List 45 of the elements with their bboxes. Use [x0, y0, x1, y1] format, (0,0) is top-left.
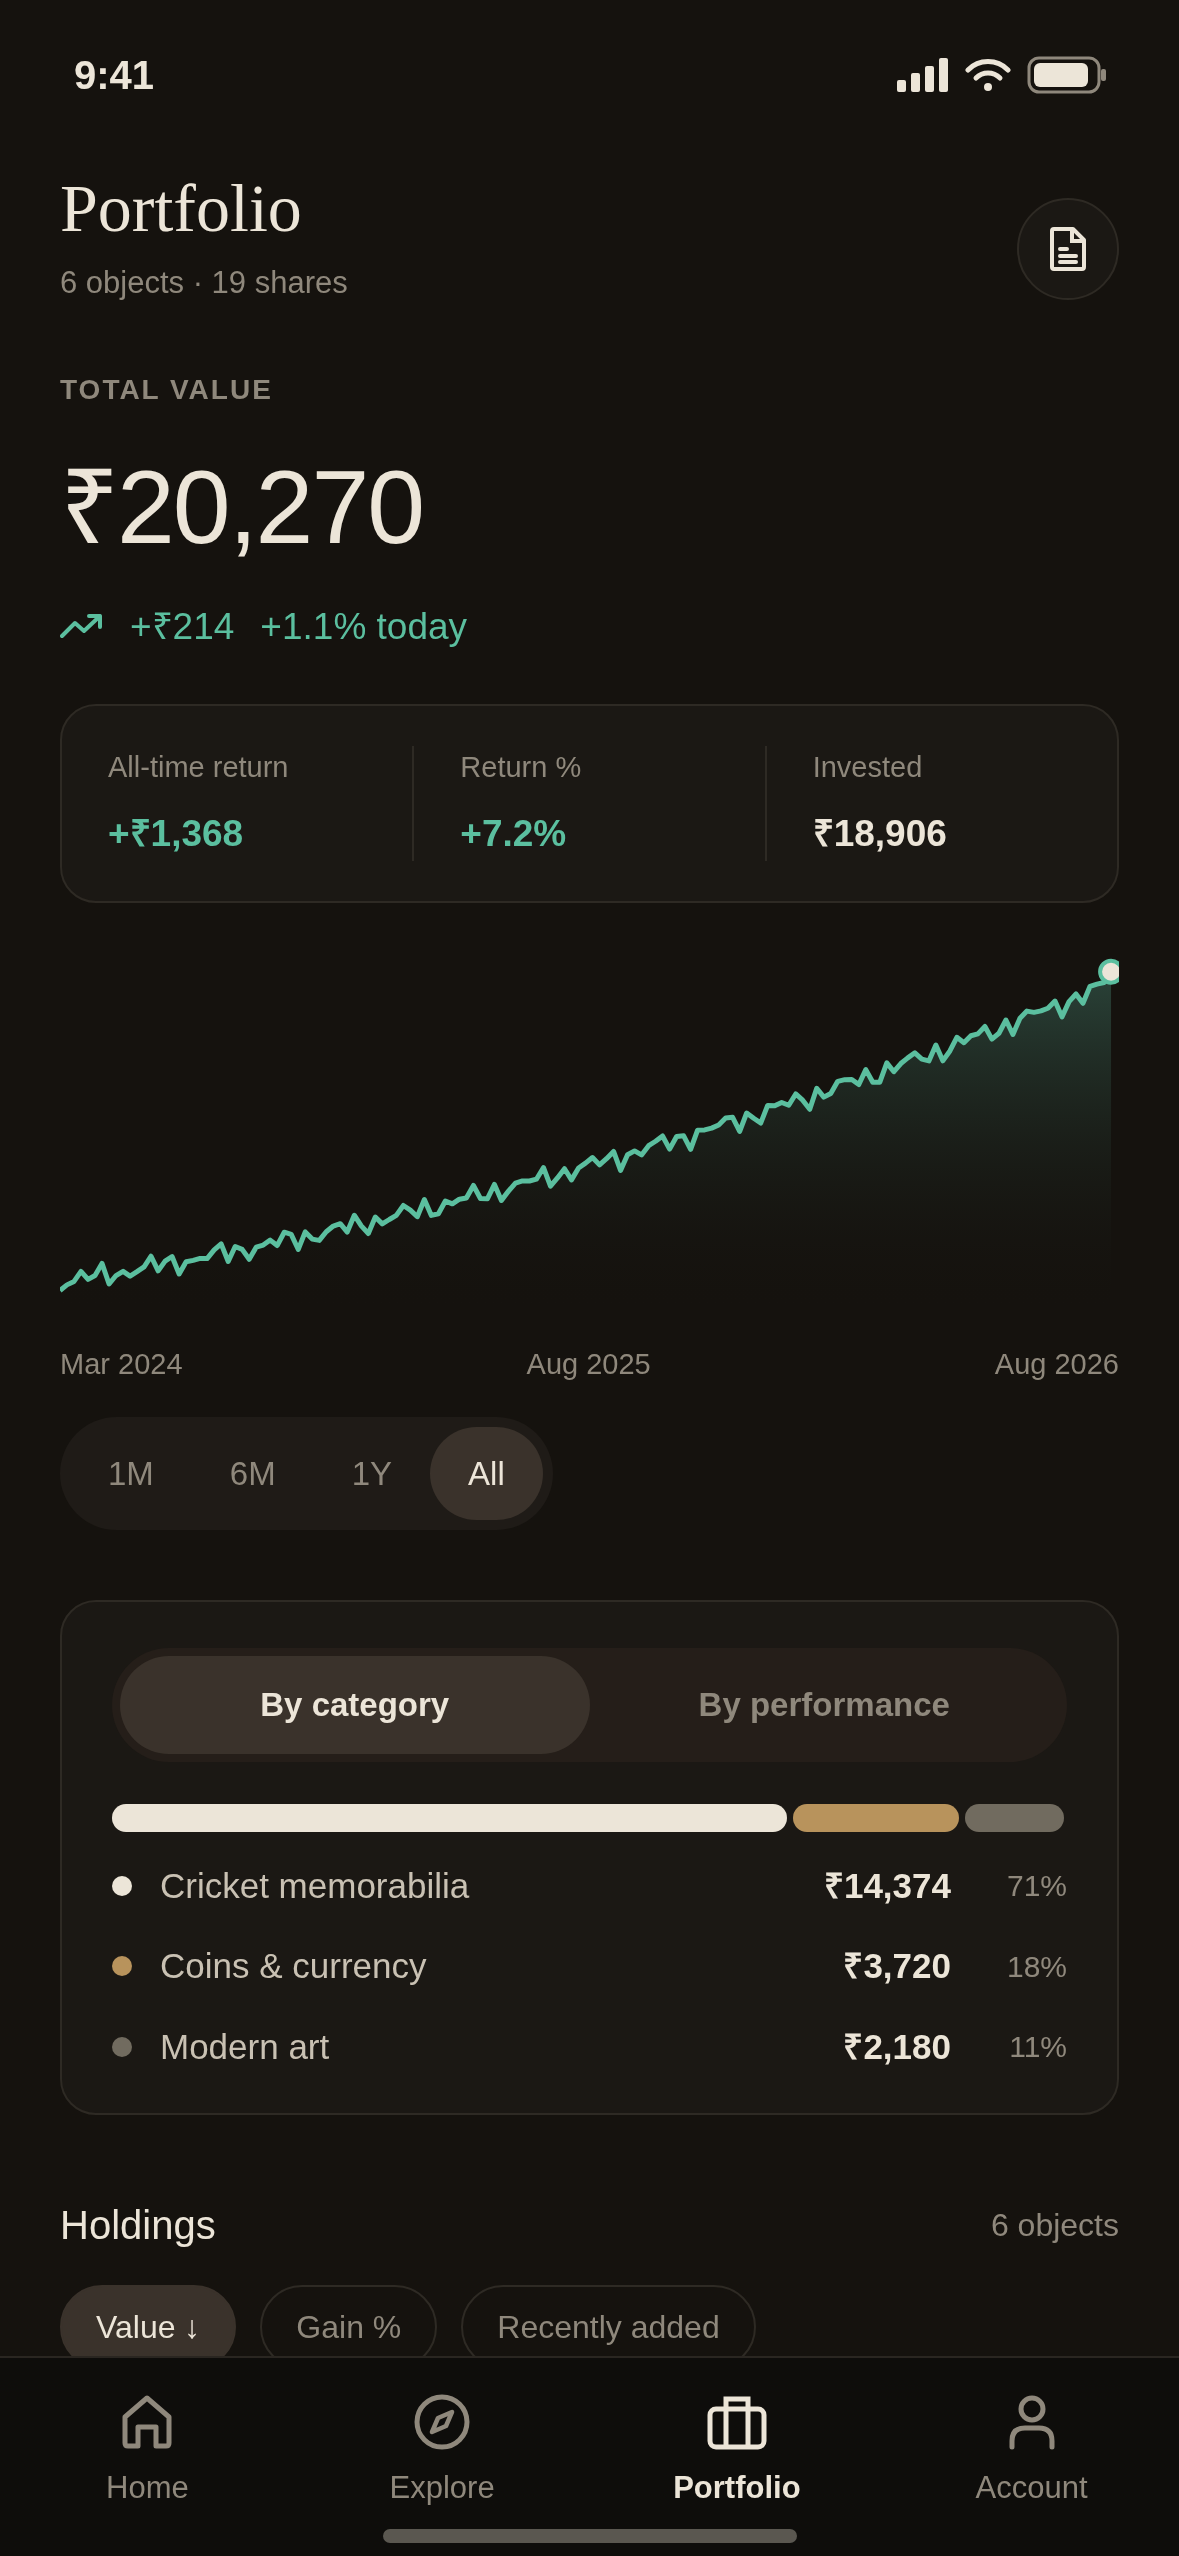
axis-label: Aug 2026: [994, 1347, 1119, 1382]
home-icon: [120, 2393, 175, 2451]
range-tab[interactable]: 1Y: [313, 1426, 431, 1520]
category-name: Cricket memorabilia: [160, 1864, 471, 1907]
stat-label: Invested: [812, 750, 924, 785]
status-time: 9:41: [74, 52, 155, 99]
category-percent: 11%: [1008, 2029, 1067, 2066]
stat-value: ₹18,906: [812, 811, 948, 856]
change-amount: +₹214: [130, 604, 235, 649]
holdings-count: 6 objects: [990, 2206, 1119, 2245]
range-tab[interactable]: All: [430, 1426, 543, 1520]
stat-label: Return %: [460, 750, 583, 785]
total-label: TOTAL VALUE: [60, 372, 274, 407]
trend-up-icon: [60, 613, 104, 640]
total-value: ₹20,270: [60, 454, 425, 559]
axis-label: Mar 2024: [60, 1347, 183, 1382]
category-value: ₹2,180: [843, 2025, 951, 2068]
stat-value: +7.2%: [460, 811, 568, 856]
compass-icon: [413, 2393, 472, 2451]
tab-bar-item[interactable]: Explore: [294, 2392, 590, 2513]
signal-icon: [897, 58, 949, 92]
wifi-icon: [965, 58, 1011, 92]
category-percent: 71%: [1005, 1868, 1067, 1905]
category-percent: 18%: [1005, 1948, 1067, 1985]
battery-icon: [1027, 56, 1107, 94]
category-name: Coins & currency: [160, 1945, 428, 1987]
sort-chip[interactable]: Value ↓: [60, 2285, 237, 2356]
view-tab[interactable]: By performance: [589, 1656, 1059, 1754]
stat-value: +₹1,368: [108, 811, 245, 856]
view-tab[interactable]: By category: [120, 1656, 590, 1754]
axis-label: Aug 2025: [526, 1347, 651, 1382]
tab-bar-item[interactable]: Portfolio: [589, 2392, 885, 2513]
page-subtitle: 6 objects · 19 shares: [60, 264, 348, 302]
document-icon: [1048, 226, 1088, 272]
stat-label: All-time return: [108, 750, 290, 785]
category-name: Modern art: [160, 2025, 331, 2068]
range-tab[interactable]: 6M: [191, 1426, 314, 1520]
category-value: ₹3,720: [843, 1945, 951, 1987]
page-title: Portfolio: [60, 174, 303, 242]
tab-bar-item[interactable]: Home: [0, 2392, 295, 2513]
range-tab[interactable]: 1M: [70, 1426, 192, 1520]
section-title: Holdings: [60, 2202, 216, 2249]
change-percent: +1.1% today: [260, 604, 468, 649]
category-value: ₹14,374: [823, 1864, 951, 1907]
tab-bar-item[interactable]: Account: [884, 2392, 1179, 2513]
